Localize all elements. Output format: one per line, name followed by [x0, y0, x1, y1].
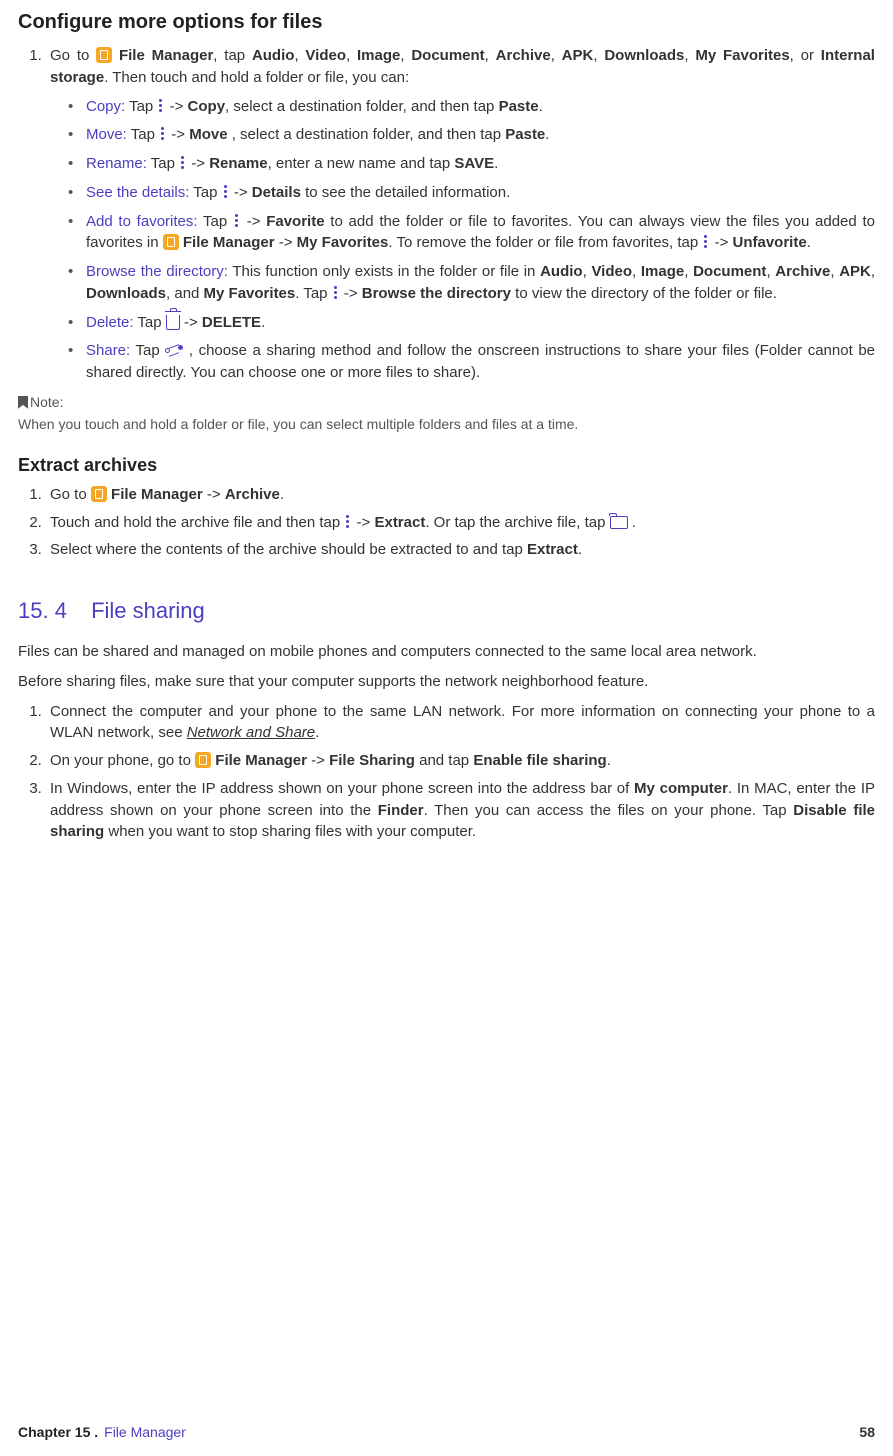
share-icon [165, 345, 183, 357]
heading-configure: Configure more options for files [18, 8, 875, 37]
txt: Go to [50, 47, 96, 64]
more-icon [332, 286, 340, 300]
step: In Windows, enter the IP address shown o… [46, 776, 875, 847]
file-manager-icon [96, 47, 112, 63]
step: Touch and hold the archive file and then… [46, 510, 875, 538]
file-manager-icon [163, 234, 179, 250]
step: Go to File Manager -> Archive. [46, 482, 875, 510]
more-icon [157, 99, 165, 113]
opt-share: Share: Tap , choose a sharing method and… [82, 337, 875, 388]
section-title: File sharing [91, 598, 205, 623]
section-number: 15. 4 [18, 598, 67, 623]
link-network-share[interactable]: Network and Share [187, 724, 315, 741]
paragraph: Before sharing files, make sure that you… [18, 671, 875, 693]
heading-extract: Extract archives [18, 452, 875, 478]
step: On your phone, go to File Manager -> Fil… [46, 748, 875, 776]
sharing-steps: Connect the computer and your phone to t… [18, 699, 875, 848]
file-manager-icon [91, 486, 107, 502]
opt-delete: Delete: Tap -> DELETE. [82, 309, 875, 338]
paragraph: Files can be shared and managed on mobil… [18, 641, 875, 663]
file-manager-icon [195, 752, 211, 768]
options-list: Copy: Tap -> Copy, select a destination … [50, 93, 875, 388]
page-footer: Chapter 15 . File Manager 58 [18, 1422, 875, 1442]
note-icon [18, 396, 28, 409]
folder-open-icon [610, 516, 628, 529]
opt-favorite: Add to favorites: Tap -> Favorite to add… [82, 208, 875, 259]
page-number: 58 [859, 1422, 875, 1442]
txt: , tap [213, 47, 252, 64]
opt-browse: Browse the directory: This function only… [82, 258, 875, 309]
more-icon [179, 156, 187, 170]
step: Connect the computer and your phone to t… [46, 699, 875, 749]
section-heading: 15. 4 File sharing [18, 595, 875, 627]
opt-move: Move: Tap -> Move , select a destination… [82, 121, 875, 150]
more-icon [222, 185, 230, 199]
more-icon [233, 214, 241, 228]
extract-steps: Go to File Manager -> Archive. Touch and… [18, 482, 875, 565]
more-icon [702, 235, 710, 249]
chapter-name: File Manager [104, 1424, 186, 1440]
more-icon [159, 127, 167, 141]
note-text: When you touch and hold a folder or file… [18, 414, 875, 434]
step-1: Go to File Manager, tap Audio, Video, Im… [46, 43, 875, 392]
chapter-label: Chapter 15 . [18, 1424, 98, 1440]
trash-icon [166, 315, 180, 330]
opt-rename: Rename: Tap -> Rename, enter a new name … [82, 150, 875, 179]
opt-copy: Copy: Tap -> Copy, select a destination … [82, 93, 875, 122]
opt-details: See the details: Tap -> Details to see t… [82, 179, 875, 208]
note-block: Note: When you touch and hold a folder o… [18, 392, 875, 434]
more-icon [344, 515, 352, 529]
note-label: Note: [30, 392, 63, 412]
step: Select where the contents of the archive… [46, 537, 875, 565]
configure-steps: Go to File Manager, tap Audio, Video, Im… [18, 43, 875, 392]
txt: Audio [252, 47, 295, 64]
txt: File Manager [119, 47, 213, 64]
